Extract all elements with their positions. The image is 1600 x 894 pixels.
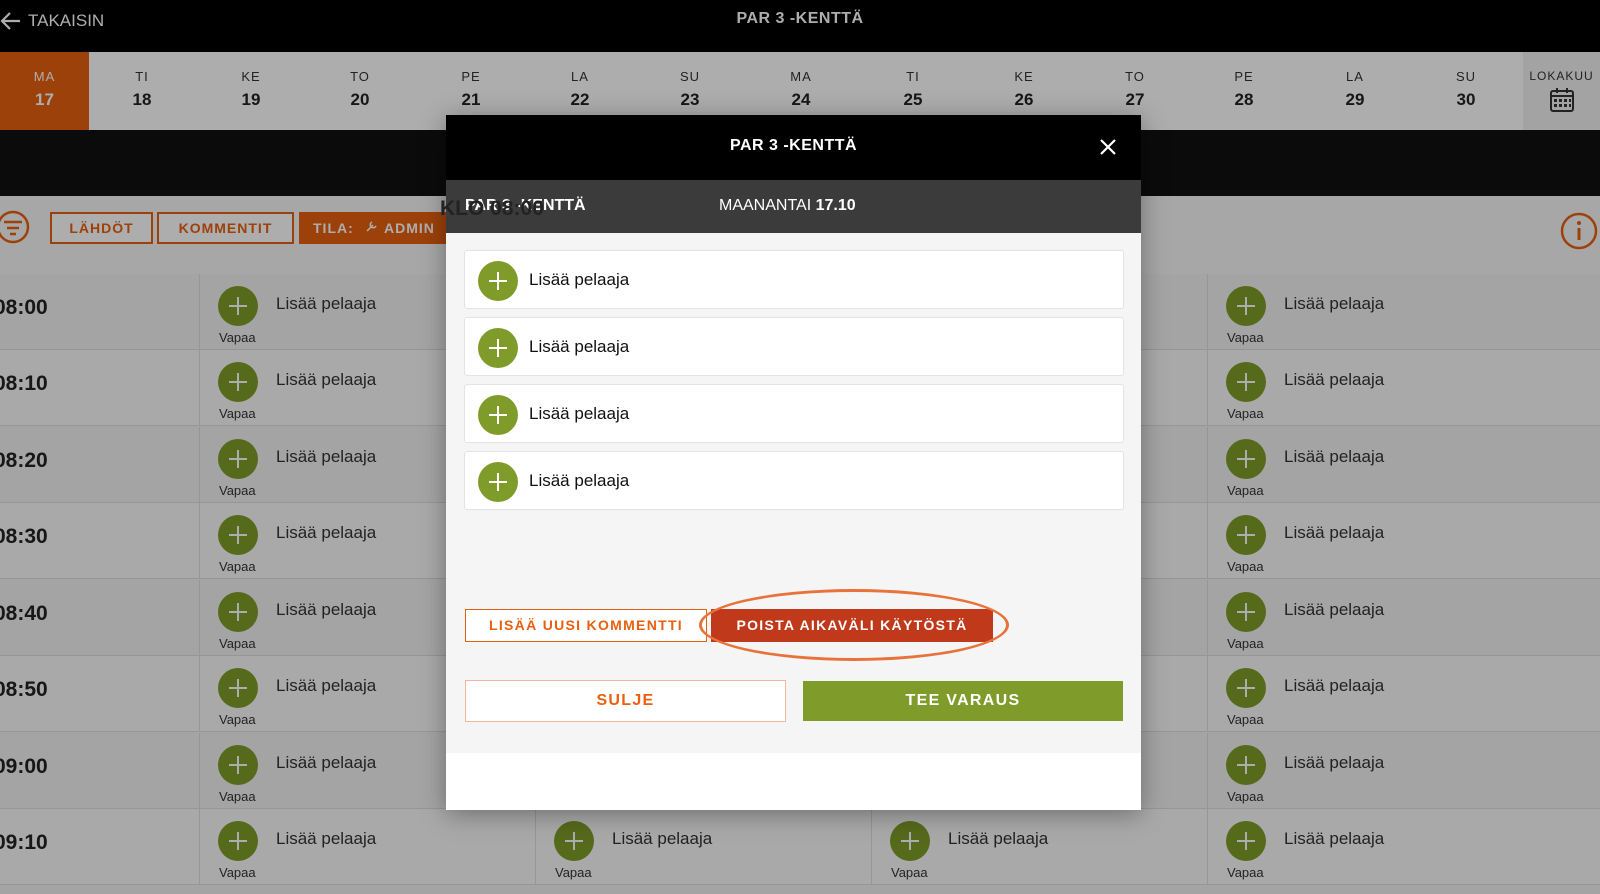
booking-modal: PAR 3 -KENTTÄ PAR 3 -KENTTÄ MAANANTAI 17… bbox=[440, 115, 1141, 810]
highlight-ring bbox=[699, 589, 1009, 661]
modal-header: PAR 3 -KENTTÄ bbox=[446, 115, 1141, 180]
plus-icon[interactable] bbox=[478, 395, 518, 435]
plus-icon[interactable] bbox=[478, 328, 518, 368]
add-player-label: Lisää pelaaja bbox=[529, 337, 630, 356]
add-player-row[interactable]: Lisää pelaaja bbox=[464, 384, 1124, 443]
time-value: 08:00 bbox=[490, 197, 544, 220]
add-player-label: Lisää pelaaja bbox=[529, 404, 630, 423]
add-player-label: Lisää pelaaja bbox=[529, 270, 630, 289]
reserve-button[interactable]: TEE VARAUS bbox=[803, 681, 1123, 721]
add-player-row[interactable]: Lisää pelaaja bbox=[464, 451, 1124, 510]
add-player-row[interactable]: Lisää pelaaja bbox=[464, 317, 1124, 376]
add-player-row[interactable]: Lisää pelaaja bbox=[464, 250, 1124, 309]
add-comment-button[interactable]: LISÄÄ UUSI KOMMENTTI bbox=[465, 609, 707, 642]
close-icon[interactable] bbox=[1096, 135, 1120, 159]
modal-body: Lisää pelaaja Lisää pelaaja Lisää pelaaj… bbox=[446, 233, 1141, 753]
add-player-label: Lisää pelaaja bbox=[529, 471, 630, 490]
booking-time: KLO 08:00 bbox=[440, 197, 1119, 221]
plus-icon[interactable] bbox=[478, 462, 518, 502]
plus-icon[interactable] bbox=[478, 261, 518, 301]
time-prefix: KLO bbox=[440, 197, 485, 220]
close-button[interactable]: SULJE bbox=[465, 680, 786, 722]
modal-title: PAR 3 -KENTTÄ bbox=[729, 137, 858, 154]
modal-subheader: PAR 3 -KENTTÄ MAANANTAI 17.10 KLO 08:00 bbox=[440, 180, 1141, 233]
